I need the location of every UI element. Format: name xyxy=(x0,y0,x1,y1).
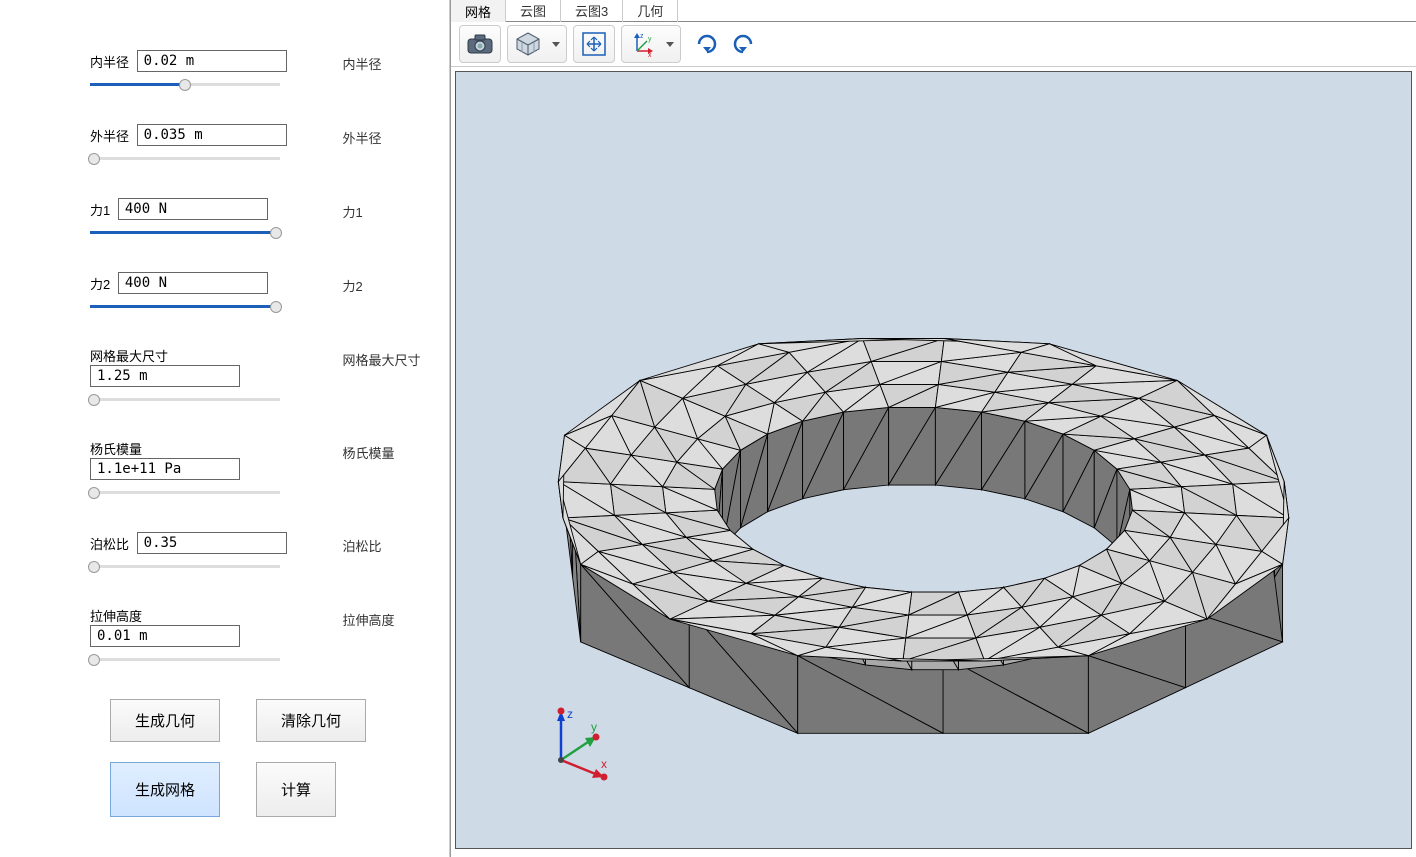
compute-button[interactable]: 计算 xyxy=(256,762,336,817)
svg-text:y: y xyxy=(591,720,597,734)
param-slider-force2[interactable] xyxy=(90,300,280,314)
chevron-down-icon xyxy=(666,42,674,47)
param-input-force1[interactable] xyxy=(118,198,268,220)
tab-2[interactable]: 云图3 xyxy=(561,0,623,22)
rotate-cw-icon xyxy=(693,30,721,58)
param-label: 内半径 xyxy=(90,52,129,71)
tab-1[interactable]: 云图 xyxy=(506,0,561,22)
clear-geometry-button[interactable]: 清除几何 xyxy=(256,699,366,742)
param-slider-youngs[interactable] xyxy=(90,486,280,500)
param-caption: 泊松比 xyxy=(343,532,439,555)
param-input-mesh_max[interactable] xyxy=(90,365,240,387)
param-slider-force1[interactable] xyxy=(90,226,280,240)
fit-view-button[interactable] xyxy=(578,28,610,60)
axis-orientation-button[interactable]: z y x xyxy=(626,28,658,60)
tab-3[interactable]: 几何 xyxy=(623,0,678,22)
view-cube-button[interactable] xyxy=(512,28,544,60)
tabstrip: 网格云图云图3几何 xyxy=(451,0,1416,22)
param-input-youngs[interactable] xyxy=(90,458,240,480)
param-caption: 内半径 xyxy=(343,50,439,73)
param-label: 拉伸高度 xyxy=(90,606,142,625)
axis-orient-dropdown[interactable] xyxy=(662,28,676,60)
param-caption: 力1 xyxy=(343,198,439,221)
param-caption: 拉伸高度 xyxy=(343,606,439,629)
param-slider-outer_radius[interactable] xyxy=(90,152,280,166)
svg-text:z: z xyxy=(567,707,573,721)
param-label: 力2 xyxy=(90,274,110,293)
param-input-force2[interactable] xyxy=(118,272,268,294)
param-caption: 外半径 xyxy=(343,124,439,147)
param-caption: 网格最大尺寸 xyxy=(343,346,439,369)
rotate-cw-button[interactable] xyxy=(691,28,723,60)
param-label: 网格最大尺寸 xyxy=(90,346,168,365)
param-slider-poisson[interactable] xyxy=(90,560,280,574)
generate-geometry-button[interactable]: 生成几何 xyxy=(110,699,220,742)
param-input-outer_radius[interactable] xyxy=(137,124,287,146)
param-slider-mesh_max[interactable] xyxy=(90,393,280,407)
param-input-extrude[interactable] xyxy=(90,625,240,647)
rotate-ccw-icon xyxy=(729,30,757,58)
tab-0[interactable]: 网格 xyxy=(451,0,506,24)
chevron-down-icon xyxy=(552,42,560,47)
svg-text:z: z xyxy=(640,33,644,40)
param-input-poisson[interactable] xyxy=(137,532,287,554)
param-label: 泊松比 xyxy=(90,534,129,553)
fit-icon xyxy=(581,31,607,57)
svg-text:x: x xyxy=(601,757,607,771)
rotate-ccw-button[interactable] xyxy=(727,28,759,60)
camera-button[interactable] xyxy=(464,28,496,60)
generate-mesh-button[interactable]: 生成网格 xyxy=(110,762,220,817)
param-slider-inner_radius[interactable] xyxy=(90,78,280,92)
param-label: 力1 xyxy=(90,200,110,219)
param-label: 杨氏模量 xyxy=(90,439,142,458)
view-cube-dropdown[interactable] xyxy=(548,28,562,60)
param-input-inner_radius[interactable] xyxy=(137,50,287,72)
viewport[interactable]: z x y xyxy=(455,71,1412,849)
cube-icon xyxy=(515,31,541,57)
param-caption: 杨氏模量 xyxy=(343,439,439,462)
param-slider-extrude[interactable] xyxy=(90,653,280,667)
viewer-pane: 网格云图云图3几何 xyxy=(450,0,1416,857)
param-label: 外半径 xyxy=(90,126,129,145)
viewer-toolbar: z y x xyxy=(451,22,1416,67)
param-caption: 力2 xyxy=(343,272,439,295)
axis-orient-icon: z y x xyxy=(629,31,655,57)
axis-triad: z x y xyxy=(536,705,616,788)
svg-text:x: x xyxy=(648,52,652,57)
sidebar: 内半径 内半径 外半径 外半径 力1 xyxy=(0,0,450,857)
svg-text:y: y xyxy=(648,36,652,43)
camera-icon xyxy=(467,34,493,54)
